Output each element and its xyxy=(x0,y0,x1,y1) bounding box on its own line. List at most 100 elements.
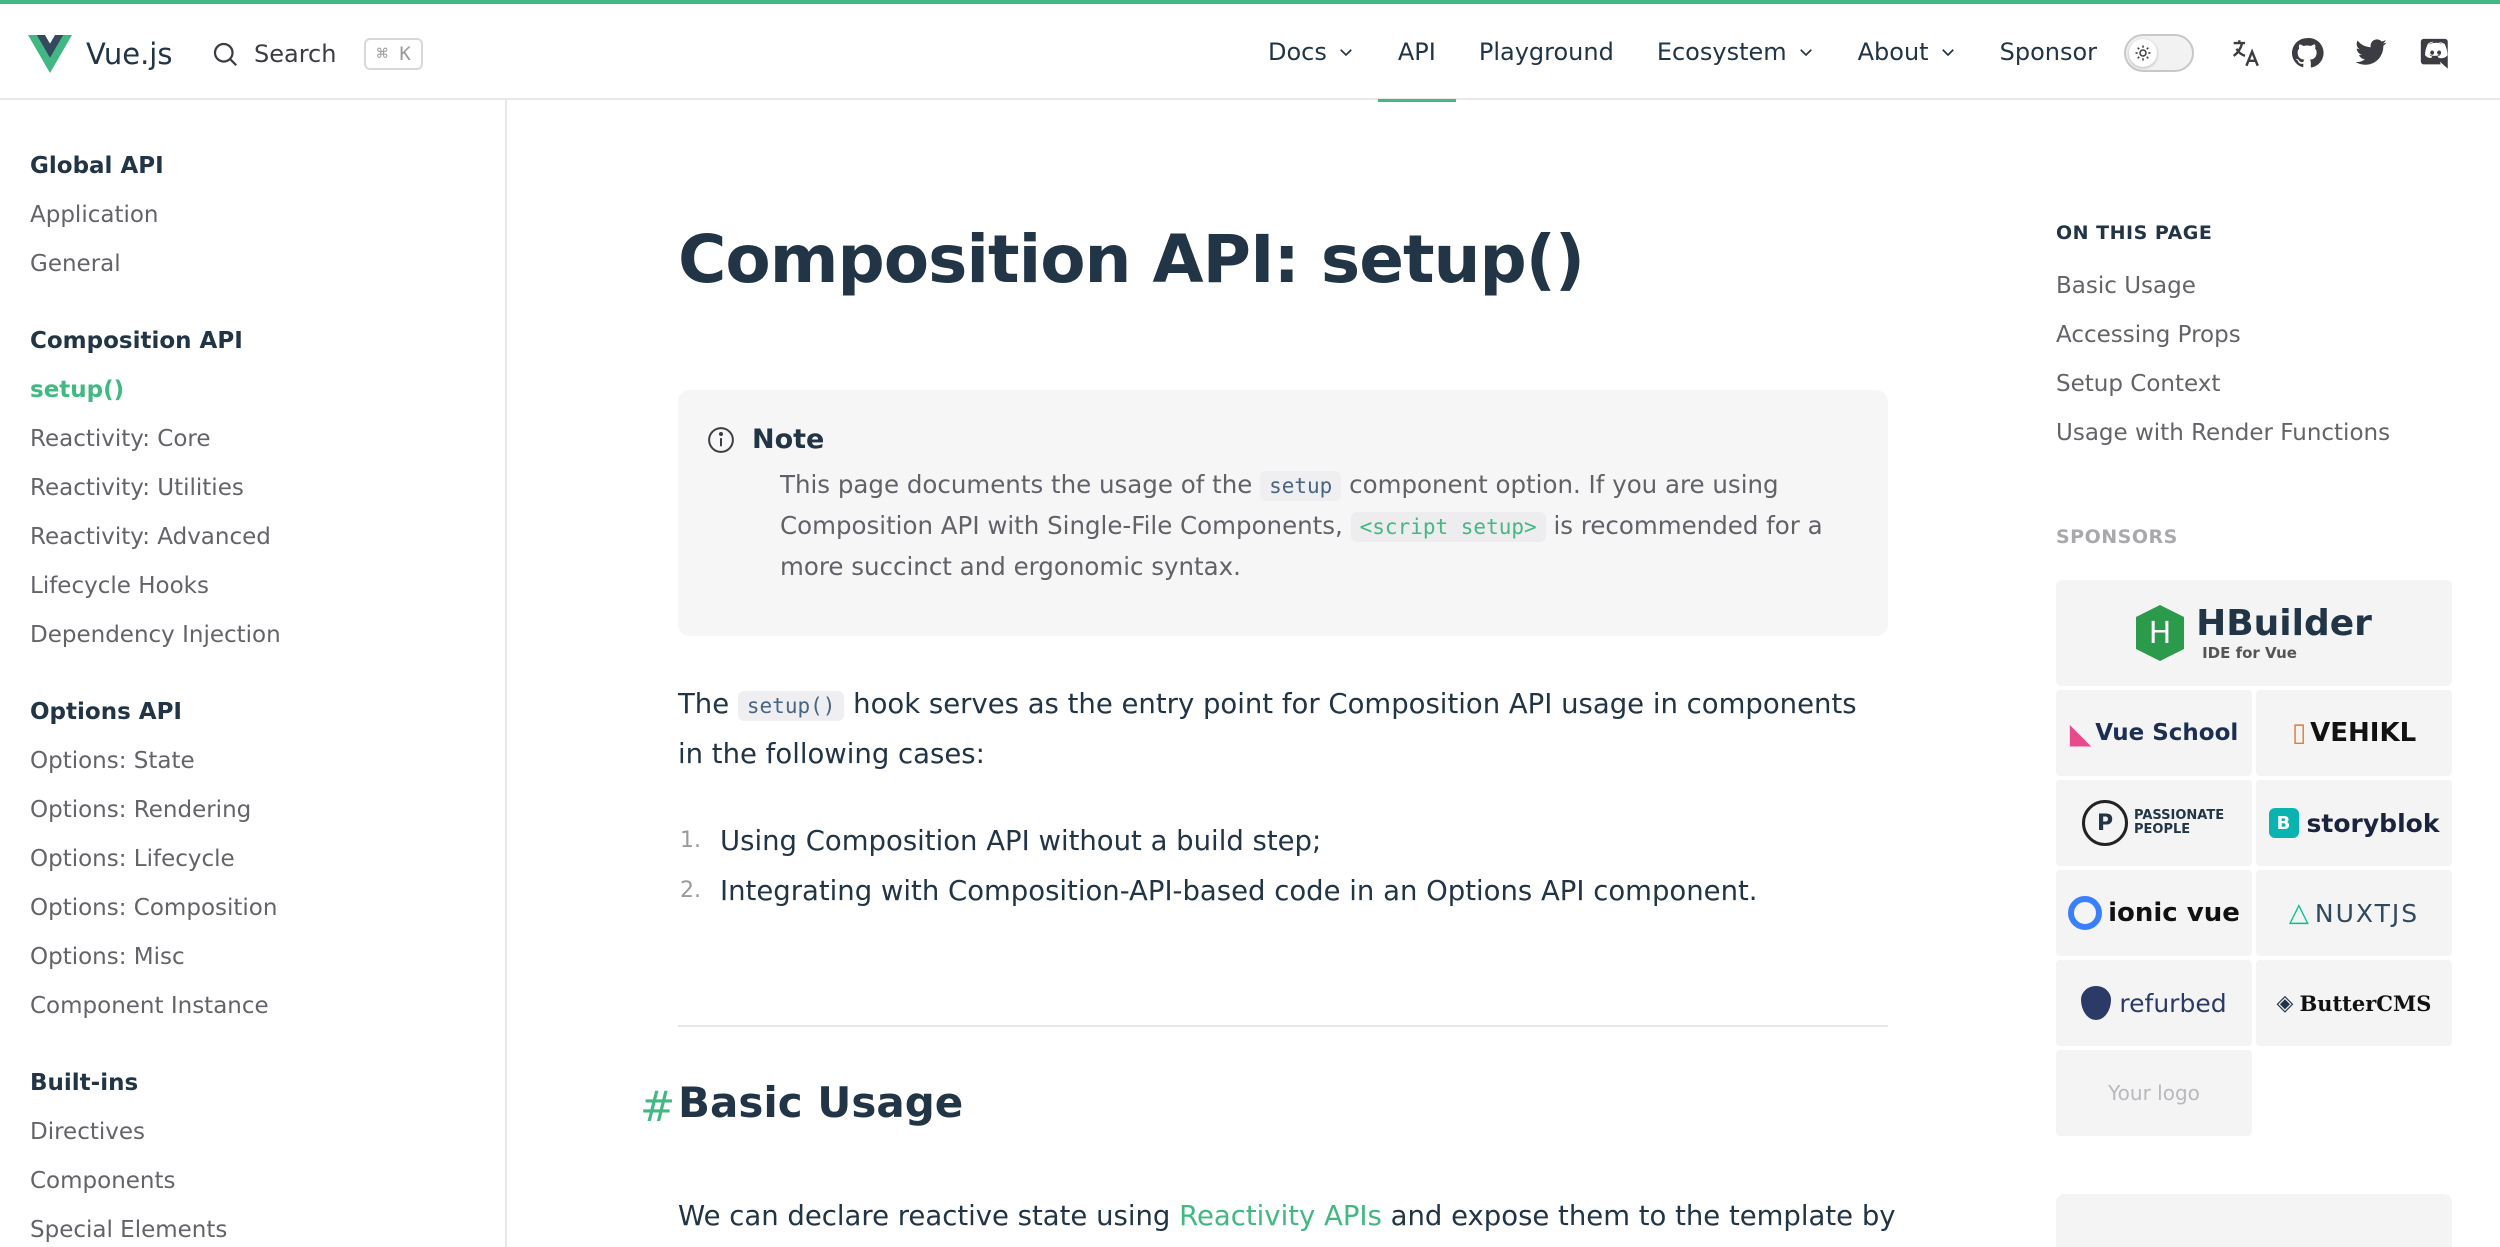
sponsor-name: HBuilder xyxy=(2196,602,2372,644)
sponsor-vehikl[interactable]: ▯ VEHIKL xyxy=(2256,690,2452,776)
sponsor-storyblok[interactable]: Bstoryblok xyxy=(2256,780,2452,866)
sidebar-group-composition-api: Composition API setup() Reactivity: Core… xyxy=(0,289,505,660)
discord-icon[interactable] xyxy=(2418,36,2452,70)
twitter-icon[interactable] xyxy=(2354,36,2388,70)
heading-anchor-link[interactable]: # xyxy=(640,1082,675,1131)
inline-code: setup() xyxy=(737,691,845,721)
sidebar-item-components[interactable]: Components xyxy=(30,1157,505,1206)
nav-item-docs[interactable]: Docs xyxy=(1268,4,1355,100)
sponsor-ionic-vue[interactable]: ionic vue xyxy=(2056,870,2252,956)
sidebar-item-lifecycle-hooks[interactable]: Lifecycle Hooks xyxy=(30,562,505,611)
sponsor-row: refurbed ◈ ButterCMS xyxy=(2056,960,2452,1046)
sidebar-item-options-composition[interactable]: Options: Composition xyxy=(30,884,505,933)
sponsor-hbuilder[interactable]: H HBuilder IDE for Vue xyxy=(2056,580,2452,686)
body-paragraph: We can declare reactive state using Reac… xyxy=(678,1192,1896,1240)
sidebar-item-options-rendering[interactable]: Options: Rendering xyxy=(30,786,505,835)
search-label: Search xyxy=(254,40,337,68)
list-item: 1. Using Composition API without a build … xyxy=(678,816,1888,866)
sponsor-refurbed[interactable]: refurbed xyxy=(2056,960,2252,1046)
list-item: 2. Integrating with Composition-API-based… xyxy=(678,866,1888,916)
inline-code-link[interactable]: <script setup> xyxy=(1350,512,1546,542)
para-text-part: and expose them to the template by xyxy=(1381,1200,1896,1232)
use-case-list: 1. Using Composition API without a build … xyxy=(678,816,1888,916)
list-number: 2. xyxy=(680,878,701,903)
sidebar-item-options-misc[interactable]: Options: Misc xyxy=(30,933,505,982)
sidebar-group-title: Global API xyxy=(30,153,164,179)
sponsor-name: ionic vue xyxy=(2108,898,2240,928)
nav-item-sponsor[interactable]: Sponsor xyxy=(2000,4,2097,100)
nav-item-label: About xyxy=(1857,38,1929,66)
sun-icon xyxy=(2129,39,2157,67)
appearance-toggle[interactable] xyxy=(2124,34,2194,72)
nav-item-ecosystem[interactable]: Ecosystem xyxy=(1657,4,1815,100)
nav-item-api[interactable]: API xyxy=(1377,4,1456,102)
sponsor-name: PASSIONATE PEOPLE xyxy=(2134,808,2225,837)
sidebar-item-dependency-injection[interactable]: Dependency Injection xyxy=(30,611,505,660)
section-divider xyxy=(678,1025,1888,1027)
sponsor-name: Vue School xyxy=(2095,720,2239,746)
toc-item-setup-context[interactable]: Setup Context xyxy=(2056,360,2390,409)
para-text-part: We can declare reactive state using xyxy=(678,1200,1180,1232)
sponsor-row: P PASSIONATE PEOPLE Bstoryblok xyxy=(2056,780,2452,866)
nav-item-about[interactable]: About xyxy=(1858,4,1957,100)
sidebar-group-title: Built-ins xyxy=(30,1070,139,1096)
sidebar-group-global-api: Global API Application General xyxy=(0,100,505,289)
sponsor-subtitle: IDE for Vue xyxy=(2202,643,2297,662)
nav-item-label: Sponsor xyxy=(1999,38,2098,66)
sponsor-name: storyblok xyxy=(2306,808,2440,838)
aside-ad-slot xyxy=(2056,1194,2452,1247)
reactivity-apis-link[interactable]: Reactivity APIs xyxy=(1179,1200,1382,1232)
sidebar-item-reactivity-core[interactable]: Reactivity: Core xyxy=(30,415,505,464)
sponsor-buttercms[interactable]: ◈ ButterCMS xyxy=(2256,960,2452,1046)
sidebar-item-application[interactable]: Application xyxy=(30,191,505,240)
sponsors-title: SPONSORS xyxy=(2056,526,2178,548)
toc-title: ON THIS PAGE xyxy=(2056,222,2213,244)
note-heading: Note xyxy=(706,424,1860,455)
sidebar-item-special-elements[interactable]: Special Elements xyxy=(30,1206,505,1247)
toc-item-render-functions[interactable]: Usage with Render Functions xyxy=(2056,409,2390,458)
sidebar-group-built-ins: Built-ins Directives Components Special … xyxy=(0,1031,505,1247)
sidebar-item-setup[interactable]: setup() xyxy=(30,366,505,415)
sponsor-name: refurbed xyxy=(2119,988,2227,1018)
chevron-down-icon xyxy=(1340,49,1352,57)
sidebar-item-general[interactable]: General xyxy=(30,240,505,289)
list-item-text: Integrating with Composition-API-based c… xyxy=(720,875,1758,907)
sidebar-item-reactivity-utilities[interactable]: Reactivity: Utilities xyxy=(30,464,505,513)
toc-item-basic-usage[interactable]: Basic Usage xyxy=(2056,262,2390,311)
nav-item-label: API xyxy=(1397,38,1436,66)
section-heading-basic-usage: Basic Usage xyxy=(678,1078,964,1127)
sponsor-empty-slot xyxy=(2256,1050,2452,1136)
sponsor-your-logo[interactable]: Your logo xyxy=(2056,1050,2252,1136)
sponsor-name: NUXTJS xyxy=(2314,898,2420,928)
sponsor-row: ◣ Vue School ▯ VEHIKL xyxy=(2056,690,2452,776)
translate-icon[interactable] xyxy=(2228,36,2262,70)
vue-logo-icon[interactable] xyxy=(28,34,72,74)
sidebar-item-reactivity-advanced[interactable]: Reactivity: Advanced xyxy=(30,513,505,562)
sidebar-item-options-lifecycle[interactable]: Options: Lifecycle xyxy=(30,835,505,884)
sponsor-passionate-people[interactable]: P PASSIONATE PEOPLE xyxy=(2056,780,2252,866)
lead-text-part: The xyxy=(678,688,738,720)
list-item-text: Using Composition API without a build st… xyxy=(720,825,1322,857)
inline-code: setup xyxy=(1260,471,1342,501)
sponsor-name: VEHIKL xyxy=(2310,718,2417,748)
toc-item-accessing-props[interactable]: Accessing Props xyxy=(2056,311,2390,360)
sponsor-vue-school[interactable]: ◣ Vue School xyxy=(2056,690,2252,776)
svg-text:H: H xyxy=(2149,616,2172,651)
sidebar-item-component-instance[interactable]: Component Instance xyxy=(30,982,505,1031)
brand-name[interactable]: Vue.js xyxy=(86,34,172,74)
sidebar-group-title: Composition API xyxy=(30,328,243,354)
nav-item-label: Playground xyxy=(1478,38,1614,66)
sidebar-item-directives[interactable]: Directives xyxy=(30,1108,505,1157)
chevron-down-icon xyxy=(1799,49,1812,57)
github-icon[interactable] xyxy=(2290,36,2324,70)
your-logo-label: Your logo xyxy=(2108,1081,2200,1105)
search-button[interactable]: Search ⌘ K xyxy=(210,32,423,76)
top-nav: Vue.js Search ⌘ K Docs API Playground Ec… xyxy=(0,4,2500,102)
note-title: Note xyxy=(752,424,825,455)
sponsor-name: ButterCMS xyxy=(2299,990,2432,1016)
sponsor-nuxtjs[interactable]: △ NUXTJS xyxy=(2256,870,2452,956)
note-text: This page documents the usage of the set… xyxy=(780,465,1860,587)
nav-item-playground[interactable]: Playground xyxy=(1479,4,1614,100)
list-number: 1. xyxy=(680,828,701,853)
sidebar-item-options-state[interactable]: Options: State xyxy=(30,737,505,786)
